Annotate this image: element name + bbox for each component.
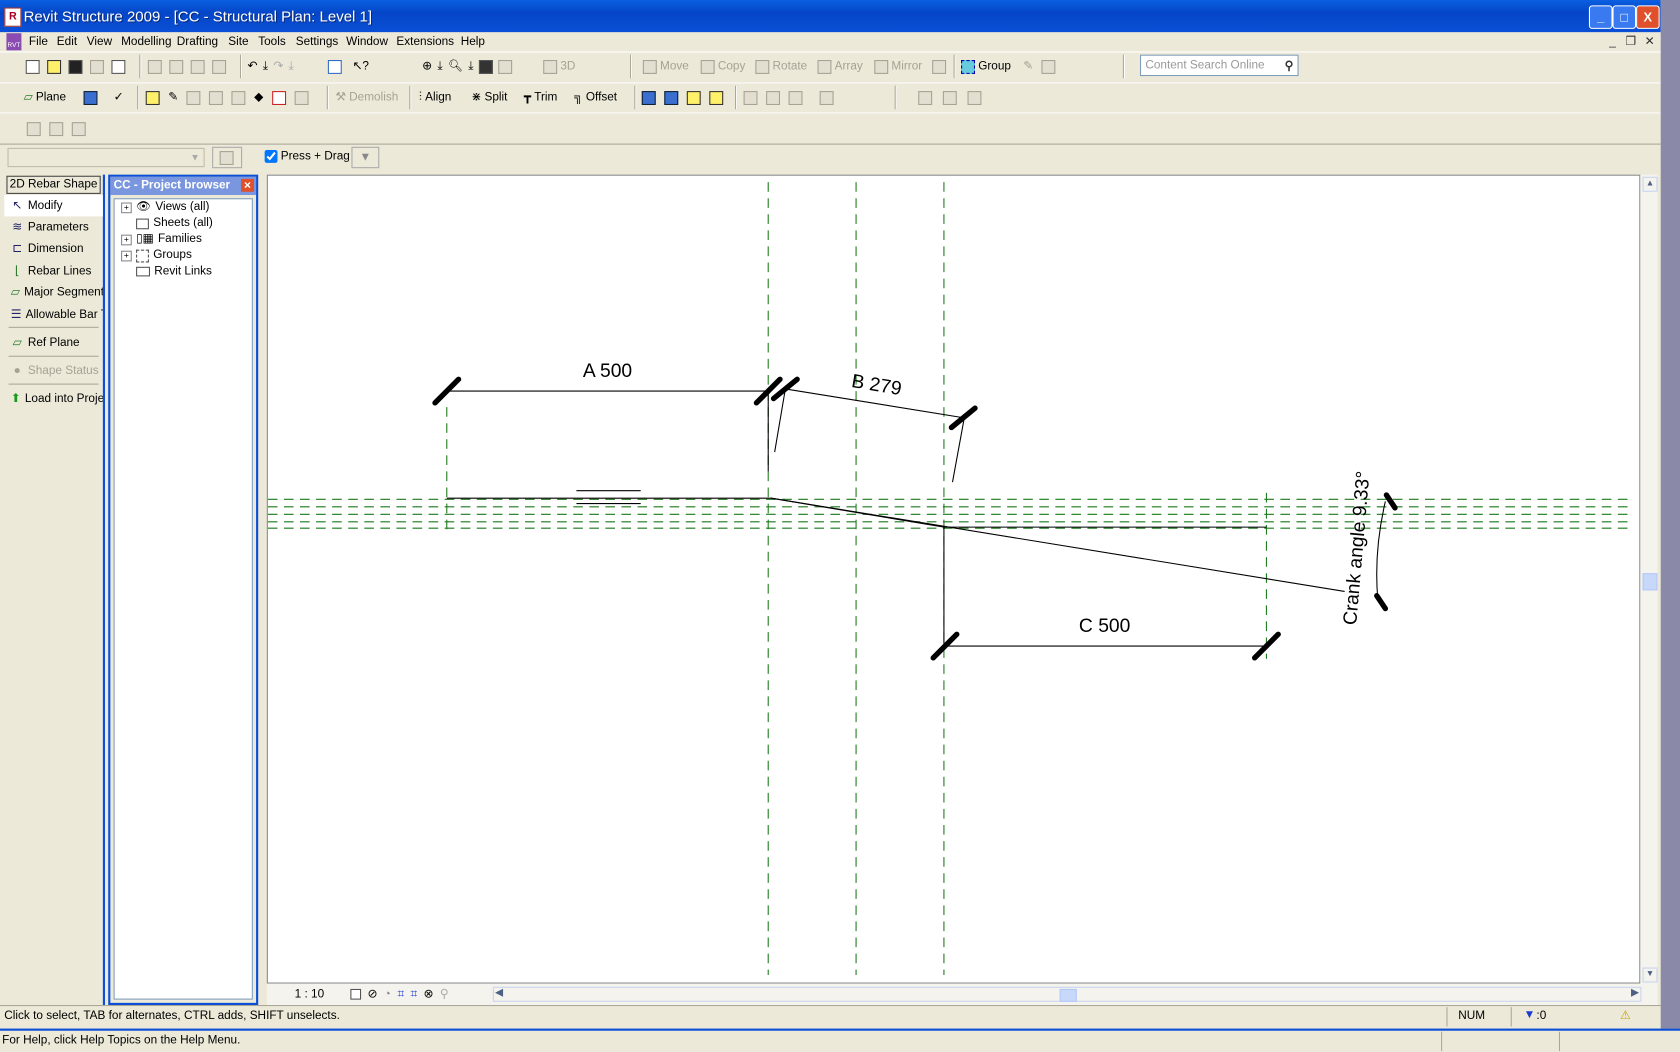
- background-window-edge: [1660, 0, 1680, 1029]
- num-lock-indicator: NUM: [1458, 1009, 1486, 1023]
- divider: [1558, 1031, 1561, 1052]
- help-message: For Help, click Help Topics on the Help …: [2, 1033, 241, 1047]
- divider: [1441, 1031, 1443, 1052]
- detail-level-icon[interactable]: [350, 988, 362, 1000]
- dimension-label-c[interactable]: C 500: [1079, 616, 1130, 637]
- show-crop-icon[interactable]: ⌗: [410, 984, 417, 1005]
- crank-angle-arc[interactable]: [1376, 501, 1386, 601]
- scroll-thumb[interactable]: [1059, 988, 1077, 1002]
- dimension-label-b[interactable]: B 279: [850, 371, 903, 400]
- vertical-scrollbar[interactable]: ▲ ▼: [1640, 174, 1658, 984]
- dimension-label-a[interactable]: A 500: [583, 361, 632, 382]
- shadows-icon[interactable]: ◔: [384, 984, 391, 1005]
- scroll-down-icon[interactable]: ▼: [1642, 967, 1658, 983]
- reference-planes: [267, 182, 1634, 976]
- model-graphics-icon[interactable]: ⊘: [368, 984, 378, 1005]
- selection-count: :0: [1536, 1009, 1547, 1023]
- crank-angle-label[interactable]: Crank angle 9.33°: [1340, 470, 1374, 626]
- help-bar: For Help, click Help Topics on the Help …: [0, 1028, 1680, 1052]
- dimension-ticks: [432, 376, 1398, 661]
- revit-window: R Revit Structure 2009 - [CC - Structura…: [0, 0, 1680, 1052]
- crop-region-icon[interactable]: ⌗: [397, 984, 404, 1005]
- status-bar: Click to select, TAB for alternates, CTR…: [0, 1005, 1661, 1028]
- rebar-line[interactable]: [446, 497, 1267, 528]
- scroll-left-icon[interactable]: ◀: [495, 987, 503, 999]
- horizontal-scrollbar[interactable]: ◀ ▶: [492, 986, 1642, 1002]
- filter-icon[interactable]: ▼: [1524, 1008, 1536, 1021]
- reveal-hidden-icon[interactable]: ⚲: [440, 984, 449, 1005]
- divider: [1510, 1007, 1512, 1027]
- scroll-right-icon[interactable]: ▶: [1631, 987, 1639, 999]
- view-scale[interactable]: 1 : 10: [295, 988, 324, 1001]
- warning-icon[interactable]: ⚠: [1620, 1008, 1631, 1022]
- scroll-up-icon[interactable]: ▲: [1642, 176, 1658, 192]
- crank-reference-line: [771, 497, 1345, 592]
- divider: [1446, 1007, 1448, 1027]
- status-message: Click to select, TAB for alternates, CTR…: [4, 1009, 340, 1023]
- temporary-hide-icon[interactable]: ⊗: [424, 984, 434, 1005]
- scroll-thumb[interactable]: [1642, 573, 1658, 591]
- rebar-shape-drawing: A 500 B 279 C 500 Crank angle 9.33°: [267, 182, 1634, 976]
- rebar-segments: [446, 388, 1386, 647]
